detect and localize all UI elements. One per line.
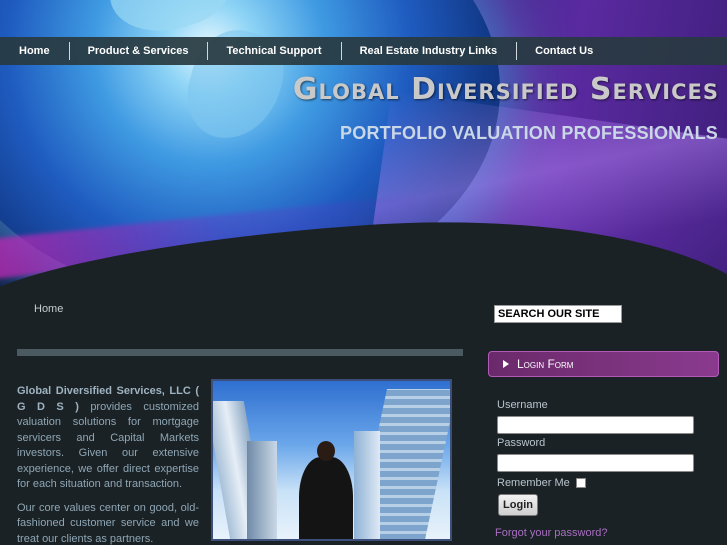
login-form-title: Login Form xyxy=(517,357,574,371)
remember-me-label: Remember Me xyxy=(497,477,570,489)
password-field[interactable] xyxy=(497,454,694,472)
nav-item-contact[interactable]: Contact Us xyxy=(516,37,612,65)
login-button[interactable]: Login xyxy=(498,494,538,516)
nav-item-products[interactable]: Product & Services xyxy=(68,37,208,65)
password-label: Password xyxy=(497,437,546,449)
username-label: Username xyxy=(497,399,548,411)
intro-paragraph: provides customized valuation solutions … xyxy=(17,400,199,491)
triangle-right-icon xyxy=(503,360,509,368)
businessman-photo xyxy=(211,379,452,541)
values-paragraph: Our core values center on good, old-fash… xyxy=(17,501,199,545)
site-tagline: PORTFOLIO VALUATION PROFESSIONALS xyxy=(340,123,718,143)
nav-item-home[interactable]: Home xyxy=(0,37,69,65)
businessman-figure xyxy=(291,441,361,539)
breadcrumb[interactable]: Home xyxy=(34,303,63,315)
remember-me-checkbox[interactable] xyxy=(576,478,586,488)
content-divider xyxy=(17,349,463,356)
login-form-header[interactable]: Login Form xyxy=(488,351,719,377)
username-field[interactable] xyxy=(497,416,694,434)
nav-item-support[interactable]: Technical Support xyxy=(207,37,340,65)
intro-text: Global Diversified Services, LLC ( G D S… xyxy=(17,384,199,545)
main-nav: Home Product & Services Technical Suppor… xyxy=(0,37,727,65)
search-input[interactable] xyxy=(494,305,622,323)
company-name: Global Diversified Services, LLC xyxy=(17,385,191,397)
nav-item-real-estate-links[interactable]: Real Estate Industry Links xyxy=(340,37,517,65)
forgot-password-link[interactable]: Forgot your password? xyxy=(495,527,608,539)
site-title: Global Diversified Services xyxy=(292,72,719,107)
